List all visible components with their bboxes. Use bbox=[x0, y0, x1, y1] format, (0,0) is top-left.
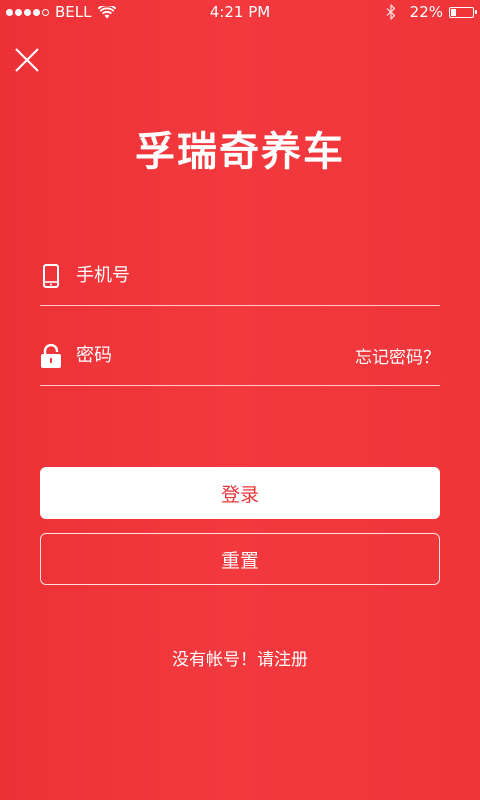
register-link[interactable]: 没有帐号！请注册 bbox=[172, 650, 308, 670]
login-button[interactable]: 登录 bbox=[40, 467, 440, 519]
password-input[interactable] bbox=[76, 340, 355, 371]
battery-level-fill bbox=[451, 8, 457, 16]
status-bar: BELL 4:21 PM 22% bbox=[0, 0, 480, 24]
phone-icon bbox=[40, 263, 62, 289]
close-icon bbox=[15, 48, 39, 72]
forgot-password-link[interactable]: 忘记密码？ bbox=[355, 343, 440, 368]
password-field: 忘记密码？ bbox=[40, 326, 440, 386]
close-button[interactable] bbox=[14, 47, 40, 73]
battery-percentage: 22% bbox=[409, 3, 443, 21]
lock-icon bbox=[40, 343, 62, 369]
bluetooth-icon bbox=[386, 4, 395, 20]
phone-field bbox=[40, 246, 440, 306]
phone-input[interactable] bbox=[76, 260, 440, 291]
app-title: 孚瑞奇养车 bbox=[135, 129, 345, 175]
register-prompt: 没有帐号！请注册 bbox=[0, 648, 480, 672]
battery-icon bbox=[449, 6, 477, 18]
status-right: 22% bbox=[386, 0, 477, 24]
reset-button[interactable]: 重置 bbox=[40, 533, 440, 585]
